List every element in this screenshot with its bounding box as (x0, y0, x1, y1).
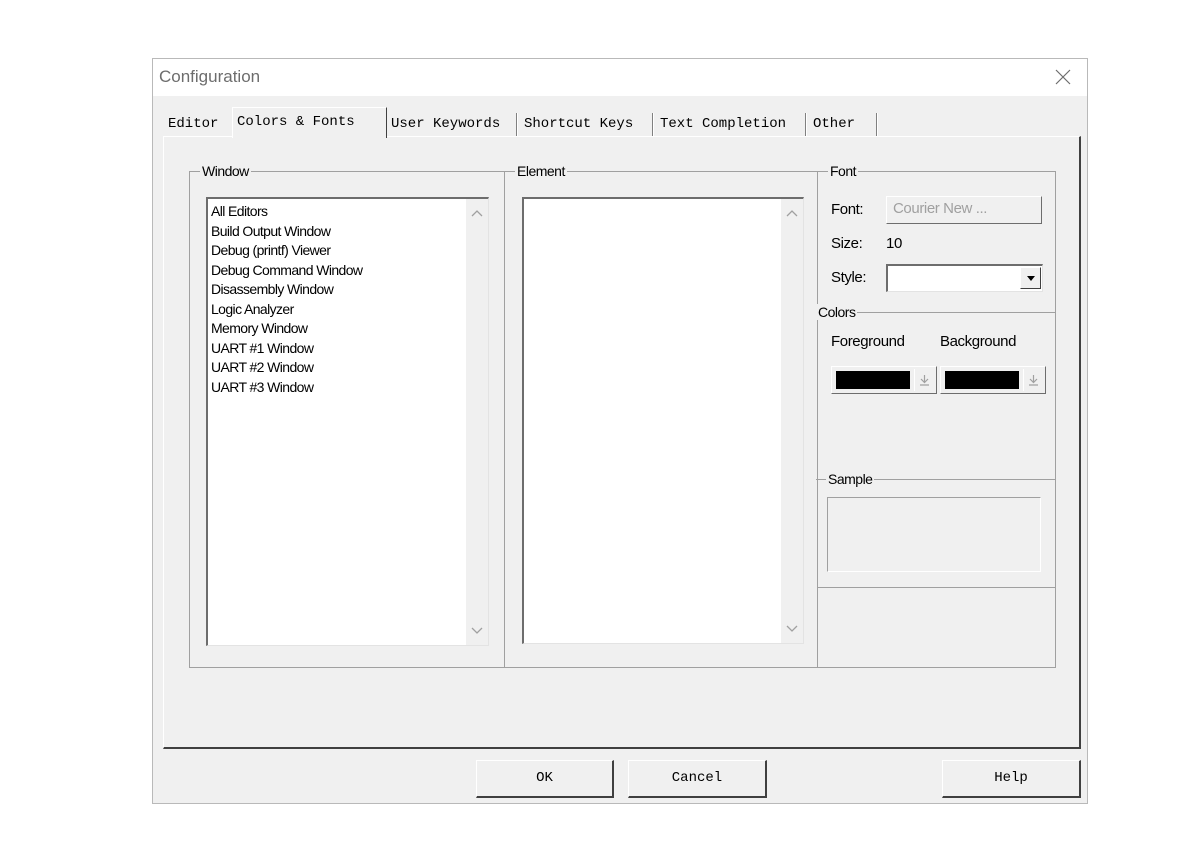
ok-button[interactable]: OK (476, 760, 614, 798)
cancel-button[interactable]: Cancel (628, 760, 767, 798)
tab-editor[interactable]: Editor (164, 113, 232, 137)
size-value: 10 (886, 235, 902, 252)
scroll-down-icon[interactable] (471, 626, 483, 636)
size-label: Size: (831, 235, 863, 252)
list-item[interactable]: Logic Analyzer (211, 300, 488, 320)
font-group-label: Font (828, 163, 859, 179)
list-item[interactable]: All Editors (211, 202, 488, 222)
close-icon (1055, 69, 1071, 85)
window-group-label: Window (200, 163, 251, 179)
tab-other[interactable]: Other (809, 113, 877, 137)
style-label: Style: (831, 269, 867, 286)
empty-group (817, 587, 1056, 668)
list-item[interactable]: Build Output Window (211, 222, 488, 242)
element-listbox[interactable] (522, 197, 804, 644)
colors-group-label: Colors (816, 304, 858, 320)
background-label: Background (940, 333, 1017, 350)
font-label: Font: (831, 201, 864, 218)
scroll-down-icon[interactable] (786, 624, 798, 634)
background-dropdown-button[interactable] (1023, 369, 1043, 391)
tab-shortcut-keys[interactable]: Shortcut Keys (520, 113, 653, 137)
down-arrow-icon (1029, 375, 1038, 386)
list-item[interactable]: UART #1 Window (211, 339, 488, 359)
tab-colors-fonts[interactable]: Colors & Fonts (232, 107, 387, 138)
dialog-title: Configuration (159, 67, 261, 86)
font-select-button[interactable]: Courier New ... (886, 196, 1042, 224)
list-item[interactable]: Debug Command Window (211, 261, 488, 281)
window-list-scrollbar[interactable] (466, 199, 488, 645)
element-group-label: Element (515, 163, 567, 179)
tab-text-completion[interactable]: Text Completion (656, 113, 806, 137)
window-listbox[interactable]: All Editors Build Output Window Debug (pri… (206, 197, 489, 646)
element-list (524, 199, 803, 202)
scroll-up-icon[interactable] (786, 208, 798, 218)
configuration-dialog: Configuration Editor Colors & Fonts User… (152, 58, 1088, 804)
list-item[interactable]: Debug (printf) Viewer (211, 241, 488, 261)
tab-user-keywords[interactable]: User Keywords (387, 113, 517, 137)
list-item[interactable]: UART #3 Window (211, 378, 488, 398)
foreground-color-picker[interactable] (831, 366, 937, 394)
foreground-dropdown-button[interactable] (914, 369, 934, 391)
list-item[interactable]: Disassembly Window (211, 280, 488, 300)
style-dropdown-button[interactable] (1020, 267, 1041, 289)
list-item[interactable]: Memory Window (211, 319, 488, 339)
list-item[interactable]: UART #2 Window (211, 358, 488, 378)
window-list: All Editors Build Output Window Debug (pri… (208, 199, 488, 397)
chevron-down-icon (1027, 276, 1035, 281)
foreground-label: Foreground (831, 333, 905, 350)
background-color-picker[interactable] (940, 366, 1046, 394)
style-dropdown[interactable] (886, 264, 1043, 292)
element-list-scrollbar[interactable] (781, 199, 803, 643)
sample-group-label: Sample (826, 471, 875, 487)
down-arrow-icon (920, 375, 929, 386)
title-bar: Configuration (153, 59, 1087, 96)
help-button[interactable]: Help (942, 760, 1081, 798)
foreground-swatch (836, 371, 910, 389)
scroll-up-icon[interactable] (471, 208, 483, 218)
close-button[interactable] (1049, 63, 1077, 91)
background-swatch (945, 371, 1019, 389)
sample-preview (827, 497, 1041, 572)
